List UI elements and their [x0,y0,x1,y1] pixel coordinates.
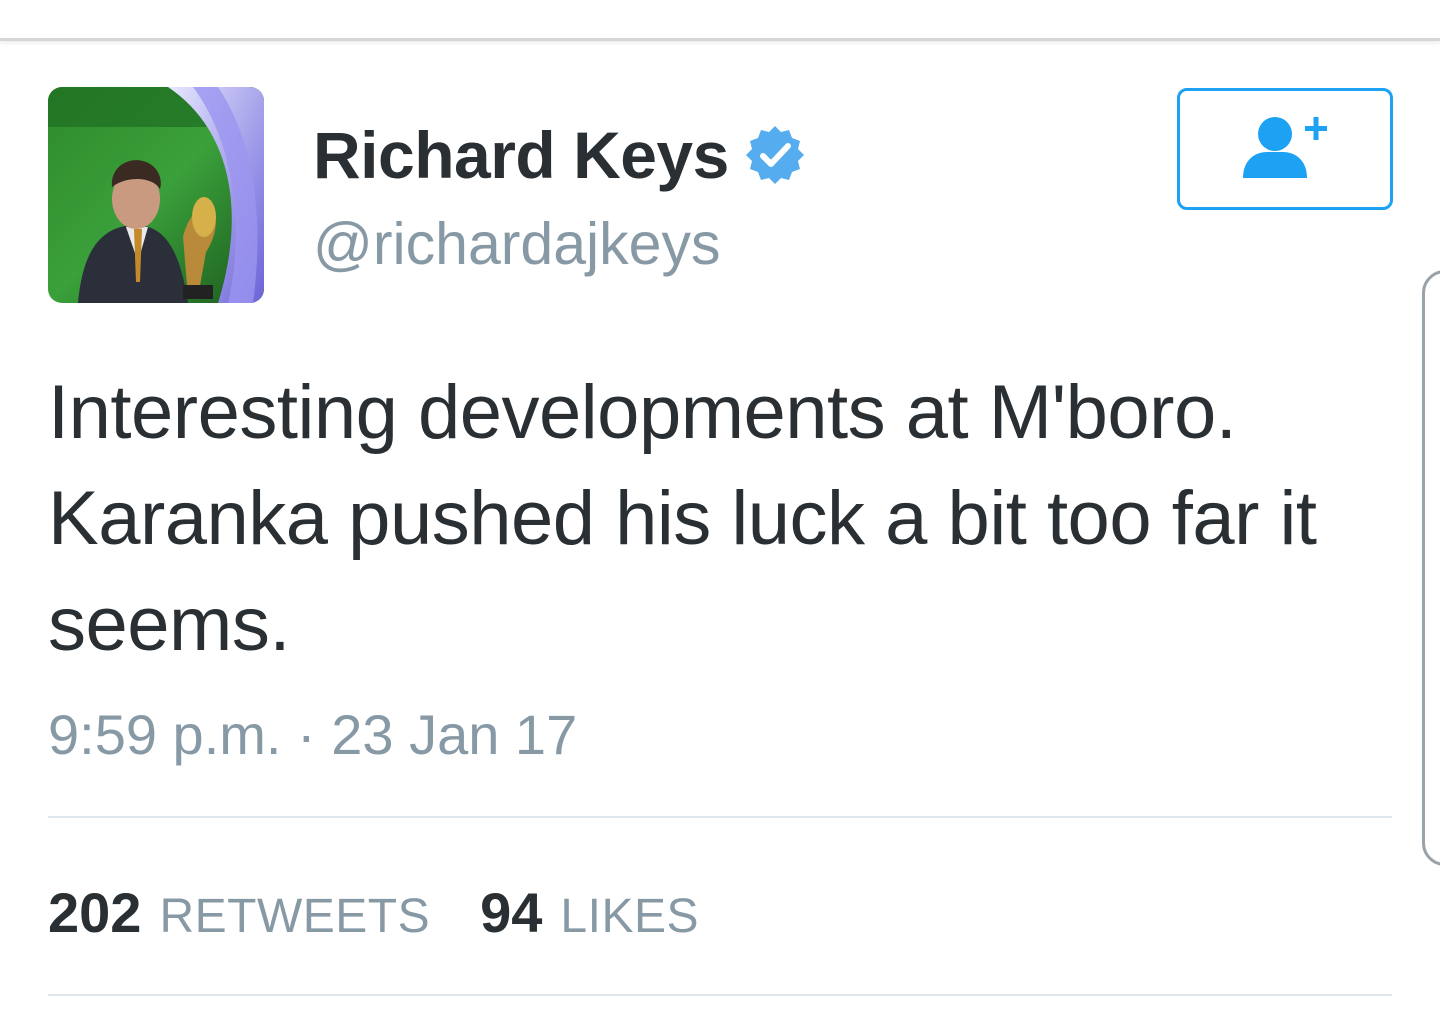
verified-badge-icon [743,123,807,187]
avatar[interactable] [48,87,264,303]
likes-count: 94 [480,881,543,944]
tweet-text-line: seems. [48,582,290,667]
tweet-text: Interesting developments at M'boro. Kara… [48,360,1418,678]
display-name-row: Richard Keys [313,110,807,200]
side-panel-edge[interactable] [1422,270,1440,866]
retweets-stat[interactable]: 202 RETWEETS [48,880,430,945]
likes-label: LIKES [560,890,699,943]
display-name[interactable]: Richard Keys [313,117,729,193]
retweets-label: RETWEETS [159,890,431,943]
likes-stat[interactable]: 94 LIKES [480,880,699,945]
tweet-timestamp[interactable]: 9:59 p.m. · 23 Jan 17 [48,702,577,767]
tweet-stats: 202 RETWEETS 94 LIKES [48,880,749,945]
tweet-text-line: Interesting developments at M'boro. [48,370,1237,455]
retweets-count: 202 [48,881,142,944]
avatar-photo [48,87,264,303]
follow-button[interactable] [1177,88,1393,210]
add-user-icon [1235,112,1335,187]
divider [48,994,1392,996]
user-handle[interactable]: @richardajkeys [313,210,720,278]
tweet-text-line: Karanka pushed his luck a bit too far it [48,476,1317,561]
top-app-bar [0,0,1440,41]
divider [48,816,1392,818]
